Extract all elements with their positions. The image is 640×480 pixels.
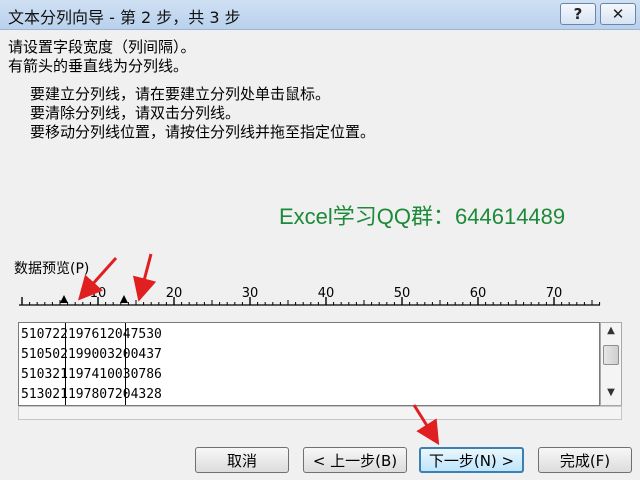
back-button[interactable]: < 上一步(B) xyxy=(303,447,407,473)
instruction-bullet-3: 要移动分列线位置，请按住分列线并拖至指定位置。 xyxy=(30,123,376,141)
ruler-label-40: 40 xyxy=(318,286,335,301)
finish-button[interactable]: 完成(F) xyxy=(538,447,632,473)
title-bar: 文本分列向导 - 第 2 步，共 3 步 ? ✕ xyxy=(0,0,640,30)
next-button[interactable]: 下一步(N) > xyxy=(419,447,524,473)
scroll-thumb[interactable] xyxy=(603,345,619,365)
preview-row: 513021197807204328 xyxy=(21,387,162,402)
close-button[interactable]: ✕ xyxy=(600,3,636,25)
column-ruler[interactable]: 10 20 30 40 50 60 70 xyxy=(14,285,614,313)
break-marker-2 xyxy=(120,295,128,303)
column-break-line[interactable] xyxy=(65,323,66,405)
instruction-line-1: 请设置字段宽度（列间隔）。 xyxy=(8,38,196,56)
window-title: 文本分列向导 - 第 2 步，共 3 步 xyxy=(8,8,241,27)
scroll-down-icon[interactable]: ▼ xyxy=(601,387,621,398)
ruler-label-70: 70 xyxy=(546,286,563,301)
ruler-label-20: 20 xyxy=(166,286,183,301)
break-marker-1 xyxy=(60,295,68,303)
ruler-label-10: 10 xyxy=(90,286,107,301)
data-preview-box[interactable]: 510722197612047530 510502199003200437 51… xyxy=(18,322,600,406)
preview-row: 510321197410030786 xyxy=(21,367,162,382)
scroll-up-icon[interactable]: ▲ xyxy=(601,325,621,336)
preview-row: 510722197612047530 xyxy=(21,327,162,342)
vertical-scrollbar[interactable]: ▲ ▼ xyxy=(600,322,622,406)
horizontal-scrollbar[interactable] xyxy=(18,406,622,420)
preview-row: 510502199003200437 xyxy=(21,347,162,362)
data-preview-label: 数据预览(P) xyxy=(14,261,90,277)
watermark-text: Excel学习QQ群：644614489 xyxy=(279,204,566,229)
ruler-ticks xyxy=(21,297,601,305)
help-icon: ? xyxy=(573,5,583,23)
column-break-line[interactable] xyxy=(125,323,126,405)
ruler-label-60: 60 xyxy=(470,286,487,301)
ruler-labels: 10 20 30 40 50 60 70 xyxy=(90,286,563,301)
help-button[interactable]: ? xyxy=(560,3,596,25)
ruler-label-50: 50 xyxy=(394,286,411,301)
close-icon: ✕ xyxy=(611,5,625,23)
ruler-label-30: 30 xyxy=(242,286,259,301)
instruction-bullet-2: 要清除分列线，请双击分列线。 xyxy=(30,104,241,122)
cancel-button[interactable]: 取消 xyxy=(195,447,289,473)
instruction-line-2: 有箭头的垂直线为分列线。 xyxy=(8,57,189,75)
instruction-bullet-1: 要建立分列线，请在要建立分列处单击鼠标。 xyxy=(30,85,331,103)
